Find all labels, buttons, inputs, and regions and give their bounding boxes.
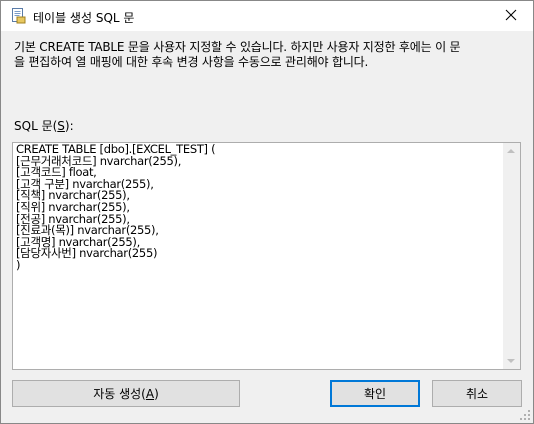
sql-label-text: SQL 문( [14, 119, 58, 133]
description-line-2: 을 편집하여 열 매핑에 대한 후속 변경 사항을 수동으로 관리해야 합니다. [14, 55, 369, 69]
close-button[interactable] [489, 1, 533, 31]
auto-generate-mnemonic: A [145, 386, 155, 401]
ok-button[interactable]: 확인 [330, 380, 420, 407]
sql-label-mnemonic: S [57, 119, 65, 133]
sql-label: SQL 문(S): [14, 117, 74, 134]
description-text: 기본 CREATE TABLE 문을 사용자 지정할 수 있습니다. 하지만 사… [14, 40, 522, 70]
cancel-label: 취소 [465, 387, 489, 401]
sql-textarea[interactable]: CREATE TABLE [dbo].[EXCEL_TEST] ( [근무거래처… [12, 142, 521, 370]
scroll-down-icon[interactable] [507, 359, 515, 363]
description-line-1: 기본 CREATE TABLE 문을 사용자 지정할 수 있습니다. 하지만 사… [14, 40, 461, 54]
sql-script-icon [10, 8, 26, 24]
dialog-window: 테이블 생성 SQL 문 기본 CREATE TABLE 문을 사용자 지정할 … [0, 0, 534, 424]
ok-label: 확인 [363, 387, 387, 401]
auto-generate-suffix: ) [154, 386, 159, 401]
auto-generate-button[interactable]: 자동 생성(A) [12, 380, 240, 407]
scroll-up-icon[interactable] [507, 149, 515, 153]
sql-statement-text[interactable]: CREATE TABLE [dbo].[EXCEL_TEST] ( [근무거래처… [16, 144, 502, 367]
sql-label-suffix: ): [64, 119, 74, 133]
cancel-button[interactable]: 취소 [432, 380, 522, 407]
vertical-scrollbar[interactable] [503, 143, 520, 369]
auto-generate-label: 자동 생성( [93, 387, 146, 401]
close-icon [505, 9, 517, 24]
title-bar[interactable]: 테이블 생성 SQL 문 [1, 1, 533, 31]
dialog-title: 테이블 생성 SQL 문 [33, 11, 135, 25]
resize-grip-icon[interactable] [519, 409, 531, 421]
